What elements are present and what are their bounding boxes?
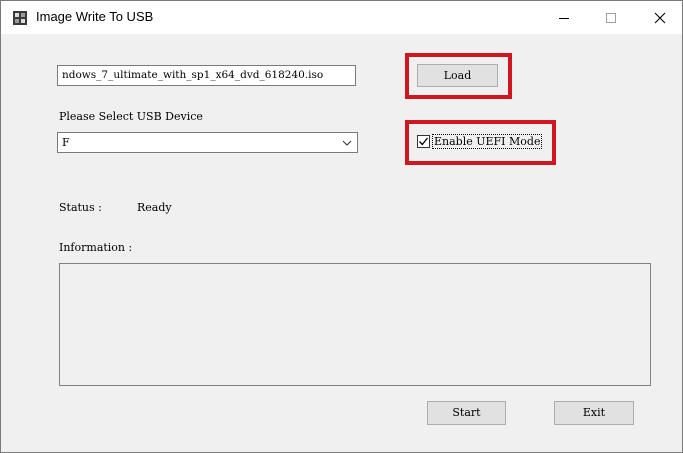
status-value: Ready (137, 201, 172, 214)
app-icon (12, 10, 28, 26)
maximize-button[interactable] (588, 1, 634, 34)
window-title: Image Write To USB (36, 9, 154, 24)
title-bar[interactable]: Image Write To USB (1, 1, 682, 34)
app-window: Image Write To USB ndows_7_ultimate_with… (0, 0, 683, 453)
information-label: Information : (59, 241, 133, 254)
minimize-button[interactable] (541, 1, 587, 34)
close-button[interactable] (637, 1, 682, 34)
maximize-icon (606, 12, 616, 23)
start-button[interactable]: Start (427, 401, 506, 425)
status-label: Status : (59, 201, 102, 214)
uefi-mode-highlight (405, 120, 556, 165)
load-button-highlight (405, 53, 512, 99)
information-box[interactable] (59, 263, 651, 386)
minimize-icon (559, 17, 569, 19)
close-icon (654, 12, 666, 23)
usb-device-selected-value: F (62, 136, 70, 149)
usb-device-select[interactable]: F (57, 132, 358, 153)
image-path-field[interactable]: ndows_7_ultimate_with_sp1_x64_dvd_618240… (57, 65, 356, 86)
chevron-down-icon[interactable] (341, 137, 353, 149)
exit-button[interactable]: Exit (554, 401, 634, 425)
usb-device-label: Please Select USB Device (59, 110, 203, 123)
